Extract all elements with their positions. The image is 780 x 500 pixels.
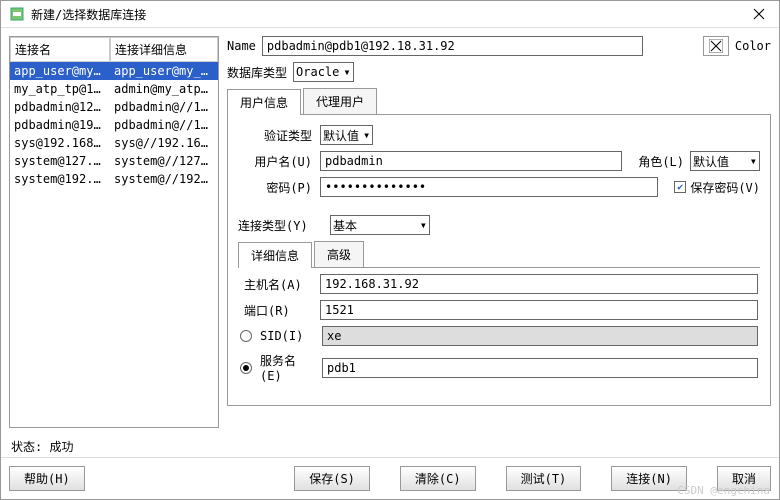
db-connection-icon [9, 6, 25, 22]
role-label: 角色(L) [638, 153, 684, 170]
host-input[interactable] [320, 274, 758, 294]
tab-proxy-user[interactable]: 代理用户 [303, 88, 377, 114]
connection-row[interactable]: app_user@my_a…app_user@my_a… [10, 62, 218, 80]
password-label: 密码(P) [238, 179, 312, 196]
color-icon [709, 39, 723, 53]
chevron-down-icon: ▾ [750, 154, 757, 168]
color-label: Color [735, 39, 771, 53]
connection-list[interactable]: app_user@my_a…app_user@my_a…my_atp_tp@19… [10, 62, 218, 427]
chevron-down-icon: ▾ [420, 218, 427, 232]
watermark: CSDN @engchina [677, 484, 770, 497]
service-label: 服务名(E) [260, 352, 314, 383]
test-button[interactable]: 测试(T) [506, 466, 582, 491]
sid-input [322, 326, 758, 346]
conntype-select[interactable]: 基本 ▾ [330, 215, 430, 235]
dbtype-label: 数据库类型 [227, 64, 287, 81]
col-header-detail[interactable]: 连接详细信息 [110, 37, 218, 62]
color-picker[interactable] [703, 36, 729, 56]
save-password-label: 保存密码(V) [690, 179, 760, 196]
role-select[interactable]: 默认值 ▾ [690, 151, 760, 171]
username-label: 用户名(U) [238, 153, 312, 170]
status-label: 状态: [11, 440, 42, 454]
tab-detail[interactable]: 详细信息 [238, 242, 312, 268]
password-input[interactable] [320, 177, 658, 197]
chevron-down-icon: ▾ [343, 65, 350, 79]
port-label: 端口(R) [244, 302, 312, 319]
save-button[interactable]: 保存(S) [294, 466, 370, 491]
service-input[interactable] [322, 358, 758, 378]
connection-row[interactable]: sys@192.168.3…sys@//192.168… [10, 134, 218, 152]
close-icon [753, 8, 765, 20]
connect-button[interactable]: 连接(N) [611, 466, 687, 491]
conntype-label: 连接类型(Y) [238, 217, 322, 234]
dbtype-select[interactable]: Oracle ▾ [293, 62, 354, 82]
sid-radio[interactable] [240, 330, 252, 342]
host-label: 主机名(A) [244, 276, 312, 293]
username-input[interactable] [320, 151, 622, 171]
tab-user-info[interactable]: 用户信息 [227, 89, 301, 115]
help-button[interactable]: 帮助(H) [9, 466, 85, 491]
col-header-name[interactable]: 连接名 [10, 37, 110, 62]
tab-advanced[interactable]: 高级 [314, 241, 364, 267]
name-input[interactable] [262, 36, 643, 56]
port-input[interactable] [320, 300, 758, 320]
name-label: Name [227, 39, 256, 53]
save-password-checkbox[interactable]: ✔ [674, 181, 686, 193]
auth-select[interactable]: 默认值 ▾ [320, 125, 373, 145]
status-value: 成功 [49, 440, 73, 454]
sid-label: SID(I) [260, 329, 314, 343]
connection-row[interactable]: pdbadmin@192…pdbadmin@//19… [10, 116, 218, 134]
connection-list-panel: 连接名 连接详细信息 app_user@my_a…app_user@my_a…m… [9, 36, 219, 428]
connection-row[interactable]: system@192.16…system@//192… [10, 170, 218, 188]
window-title: 新建/选择数据库连接 [31, 6, 747, 23]
connection-row[interactable]: my_atp_tp@192…admin@my_atp_tp [10, 80, 218, 98]
close-button[interactable] [747, 5, 771, 23]
connection-row[interactable]: pdbadmin@127…pdbadmin@//12… [10, 98, 218, 116]
clear-button[interactable]: 清除(C) [400, 466, 476, 491]
connection-row[interactable]: system@127.0…system@//127… [10, 152, 218, 170]
auth-label: 验证类型 [238, 127, 312, 144]
service-radio[interactable] [240, 362, 252, 374]
chevron-down-icon: ▾ [363, 128, 370, 142]
